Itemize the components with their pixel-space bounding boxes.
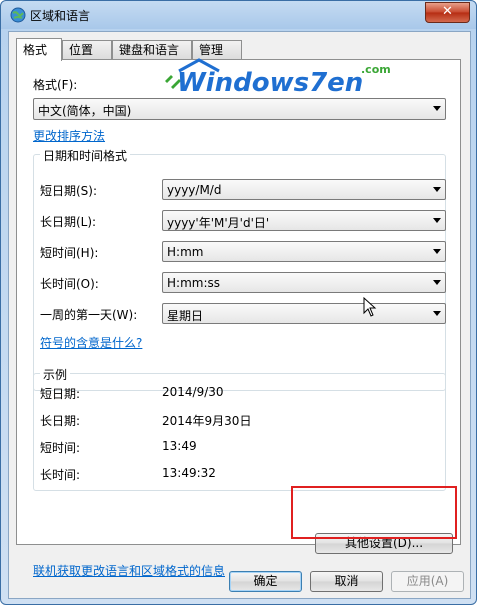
long-time-value: H:mm:ss <box>167 276 220 290</box>
datetime-group-title: 日期和时间格式 <box>40 147 131 164</box>
first-day-value: 星期日 <box>167 309 204 323</box>
example-long-time-value: 13:49:32 <box>162 466 216 480</box>
example-short-time-label: 短时间: <box>40 441 81 455</box>
chevron-down-icon <box>433 187 441 192</box>
windows7en-logo: Windows7en .com <box>165 58 391 97</box>
title-bar[interactable]: 区域和语言 ✕ <box>1 1 476 29</box>
cancel-button[interactable]: 取消 <box>310 571 383 592</box>
long-date-label: 长日期(L): <box>40 215 97 229</box>
short-date-label: 短日期(S): <box>40 184 98 198</box>
example-group: 示例 短日期: 2014/9/30 长日期: 2014年9月30日 短时间: 1… <box>33 366 446 491</box>
logo-com: .com <box>361 63 391 76</box>
example-short-time-value: 13:49 <box>162 439 197 453</box>
chevron-down-icon <box>433 106 441 111</box>
chevron-down-icon <box>433 280 441 285</box>
long-time-label: 长时间(O): <box>40 277 99 291</box>
example-long-time-label: 长时间: <box>40 468 81 482</box>
format-dropdown[interactable]: 中文(简体，中国) <box>33 98 446 120</box>
format-tab-panel: 格式(F): 中文(简体，中国) 更改排序方法 日期和时间格式 短日期(S): … <box>16 59 461 578</box>
close-icon: ✕ <box>442 4 453 19</box>
globe-icon <box>10 7 26 23</box>
short-time-label: 短时间(H): <box>40 246 99 260</box>
format-label: 格式(F): <box>33 78 78 92</box>
long-date-value: yyyy'年'M'月'd'日' <box>167 216 270 230</box>
long-date-dropdown[interactable]: yyyy'年'M'月'd'日' <box>162 210 446 231</box>
symbols-help-link[interactable]: 符号的含意是什么? <box>40 334 142 351</box>
example-long-date-value: 2014年9月30日 <box>162 414 252 428</box>
first-day-label: 一周的第一天(W): <box>40 308 138 322</box>
tab-location[interactable]: 位置 <box>62 40 112 59</box>
chevron-down-icon <box>433 249 441 254</box>
logo-text: Windows7en <box>177 68 363 97</box>
close-button[interactable]: ✕ <box>425 2 470 23</box>
short-date-dropdown[interactable]: yyyy/M/d <box>162 179 446 200</box>
tab-format[interactable]: 格式 <box>16 38 62 61</box>
example-short-date-label: 短日期: <box>40 387 81 401</box>
example-group-title: 示例 <box>40 366 71 383</box>
example-long-date-label: 长日期: <box>40 414 81 428</box>
short-date-value: yyyy/M/d <box>167 183 222 197</box>
chevron-down-icon <box>433 218 441 223</box>
online-info-link[interactable]: 联机获取更改语言和区域格式的信息 <box>33 562 225 579</box>
mouse-cursor-icon <box>363 297 377 317</box>
datetime-format-group: 日期和时间格式 短日期(S): yyyy/M/d 长日期(L): yyyy'年'… <box>33 147 446 391</box>
long-time-dropdown[interactable]: H:mm:ss <box>162 272 446 293</box>
ok-button[interactable]: 确定 <box>229 571 302 592</box>
annotation-highlight-box <box>291 486 457 539</box>
short-time-dropdown[interactable]: H:mm <box>162 241 446 262</box>
change-sort-link[interactable]: 更改排序方法 <box>33 127 105 144</box>
format-dropdown-value: 中文(简体，中国) <box>38 104 132 118</box>
window-title: 区域和语言 <box>30 9 91 23</box>
short-time-value: H:mm <box>167 245 204 259</box>
apply-button[interactable]: 应用(A) <box>391 571 464 592</box>
example-short-date-value: 2014/9/30 <box>162 385 224 399</box>
region-language-dialog: 区域和语言 ✕ 格式 位置 键盘和语言 管理 格式(F): 中文(简体，中国) … <box>0 0 477 605</box>
first-day-dropdown[interactable]: 星期日 <box>162 303 446 324</box>
chevron-down-icon <box>433 311 441 316</box>
